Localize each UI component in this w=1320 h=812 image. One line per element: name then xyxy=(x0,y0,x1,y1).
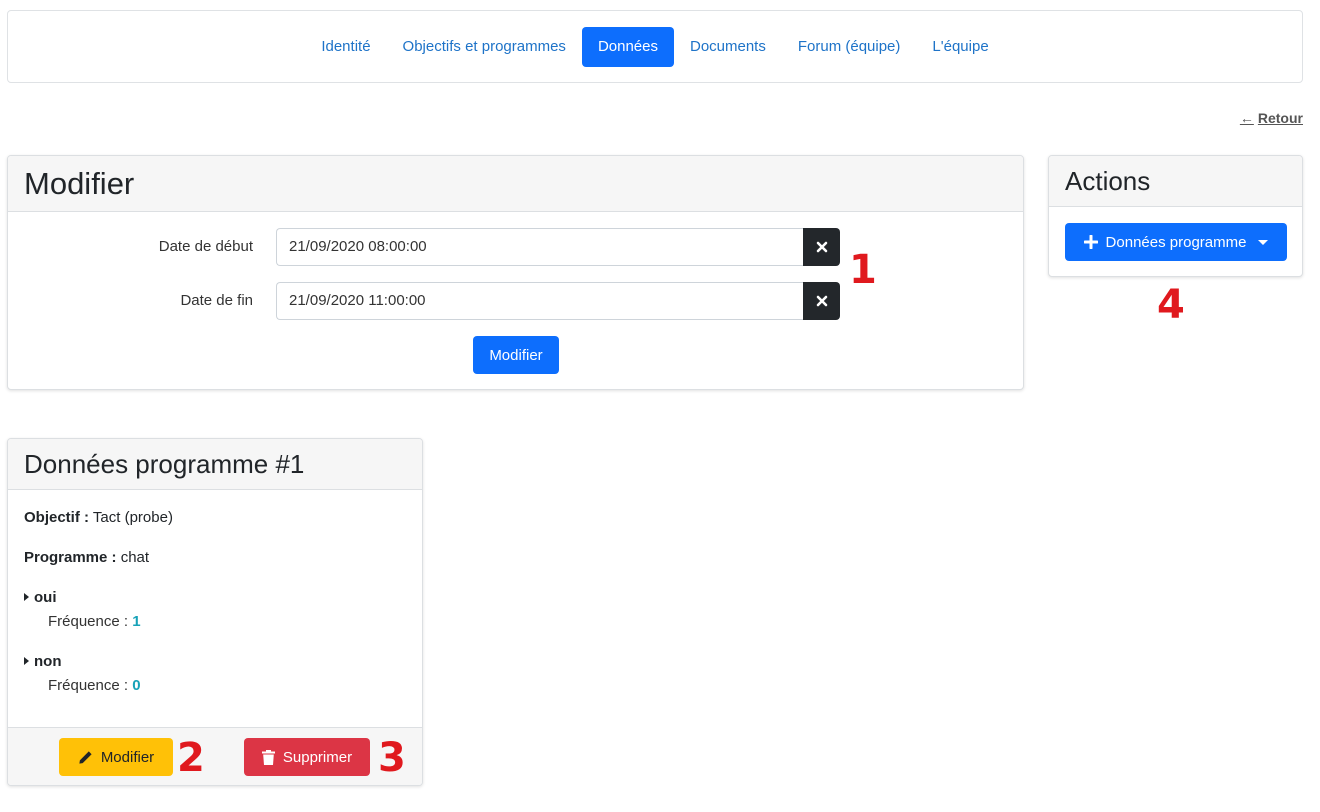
end-date-clear-button[interactable] xyxy=(803,282,840,320)
tab-equipe[interactable]: L'équipe xyxy=(916,27,1004,67)
chevron-down-icon xyxy=(1258,239,1269,245)
back-link[interactable]: ← Retour xyxy=(1240,110,1303,126)
annotation-marker-4: 4 xyxy=(1157,282,1185,328)
programme-value: chat xyxy=(120,549,150,566)
annotation-marker-2: 2 xyxy=(177,735,205,781)
modifier-submit-button[interactable]: Modifier xyxy=(473,336,559,374)
start-date-clear-button[interactable] xyxy=(803,228,840,266)
back-link-label: Retour xyxy=(1257,110,1303,126)
programme-field: Programme : chat xyxy=(24,549,149,566)
caret-right-icon xyxy=(24,593,29,601)
delete-button[interactable]: Supprimer xyxy=(244,738,370,776)
end-date-input[interactable]: 21/09/2020 11:00:00 xyxy=(276,282,804,320)
trash-icon xyxy=(261,749,275,765)
answer-frequency: Fréquence : 0 xyxy=(48,677,141,694)
add-donnees-programme-label: Données programme xyxy=(1105,233,1247,251)
edit-button-label: Modifier xyxy=(100,748,155,766)
back-arrow-icon: ← xyxy=(1239,110,1254,126)
donnees-programme-footer: Modifier Supprimer xyxy=(8,727,422,785)
answer-item[interactable]: non xyxy=(24,653,62,670)
donnees-programme-title: Données programme #1 xyxy=(8,439,422,490)
pencil-icon xyxy=(79,750,92,764)
actions-card: Actions Données programme xyxy=(1048,155,1303,277)
start-date-label: Date de début xyxy=(158,238,253,255)
answer-label: non xyxy=(34,653,62,670)
caret-right-icon xyxy=(24,657,29,665)
frequency-value: 1 xyxy=(132,613,141,630)
donnees-programme-card: Données programme #1 Objectif : Tact (pr… xyxy=(7,438,423,786)
top-nav: Identité Objectifs et programmes Données… xyxy=(7,10,1303,83)
add-donnees-programme-dropdown-button[interactable]: Données programme xyxy=(1065,223,1287,261)
delete-button-label: Supprimer xyxy=(282,748,353,766)
objectif-label: Objectif : xyxy=(24,509,90,526)
tab-donnees[interactable]: Données xyxy=(581,26,674,67)
tab-identite[interactable]: Identité xyxy=(305,27,386,67)
programme-label: Programme : xyxy=(24,549,117,566)
annotation-marker-1: 1 xyxy=(849,247,877,293)
actions-card-title: Actions xyxy=(1049,156,1302,207)
objectif-value: Tact (probe) xyxy=(92,509,173,526)
frequency-value: 0 xyxy=(132,677,141,694)
frequency-label: Fréquence : xyxy=(48,677,129,694)
modifier-card-title: Modifier xyxy=(8,156,1023,212)
answer-frequency: Fréquence : 1 xyxy=(48,613,141,630)
objectif-field: Objectif : Tact (probe) xyxy=(24,509,173,526)
tab-forum[interactable]: Forum (équipe) xyxy=(782,27,917,67)
frequency-label: Fréquence : xyxy=(48,613,129,630)
start-date-input[interactable]: 21/09/2020 08:00:00 xyxy=(276,228,804,266)
answer-label: oui xyxy=(34,589,57,606)
annotation-marker-3: 3 xyxy=(378,735,406,781)
answer-item[interactable]: oui xyxy=(24,589,57,606)
close-icon xyxy=(816,241,827,253)
close-icon xyxy=(816,295,827,307)
tab-documents[interactable]: Documents xyxy=(674,27,782,67)
edit-button[interactable]: Modifier xyxy=(59,738,173,776)
end-date-label: Date de fin xyxy=(180,292,253,309)
tab-objectifs-programmes[interactable]: Objectifs et programmes xyxy=(387,27,582,67)
plus-icon xyxy=(1083,235,1098,249)
